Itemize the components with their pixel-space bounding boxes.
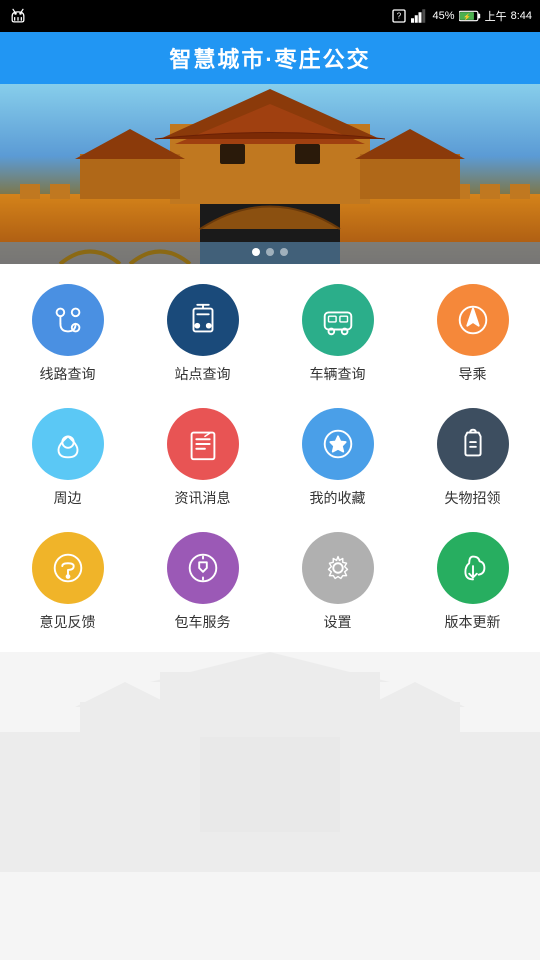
menu-item-vehicle-query[interactable]: 车辆查询 [270,284,405,384]
menu-label-update: 版本更新 [445,612,501,632]
watermark-svg [0,652,540,872]
question-icon: ? [391,8,407,24]
menu-icon-update [437,532,509,604]
menu-grid: 线路查询 站点查询 车辆查询 导乘周边 资讯消息 我的收藏 失物招领意见反馈 包车服务 设置 版本… [0,264,540,642]
status-bar: ? 45% ⚡ 上午 8:44 [0,0,540,32]
menu-item-update[interactable]: 版本更新 [405,532,540,632]
battery-icon: ⚡ [459,10,481,22]
menu-item-news[interactable]: 资讯消息 [135,408,270,508]
menu-label-nearby: 周边 [54,488,82,508]
menu-icon-lost-found [437,408,509,480]
menu-icon-navigation [437,284,509,356]
dot-3 [280,248,288,256]
menu-item-charter[interactable]: 包车服务 [135,532,270,632]
watermark-area [0,652,540,872]
menu-label-news: 资讯消息 [175,488,231,508]
signal-icon [411,9,429,23]
menu-icon-vehicle-query [302,284,374,356]
menu-item-nearby[interactable]: 周边 [0,408,135,508]
menu-icon-feedback [32,532,104,604]
time-ampm: 上午 [485,8,507,24]
menu-icon-settings [302,532,374,604]
dot-2 [266,248,274,256]
banner-background [0,84,540,264]
svg-text:⚡: ⚡ [463,13,471,21]
banner-building-svg [0,84,540,264]
android-icon [8,6,28,26]
hero-banner[interactable] [0,84,540,264]
menu-icon-station-query [167,284,239,356]
banner-pagination [252,248,288,256]
menu-item-feedback[interactable]: 意见反馈 [0,532,135,632]
menu-label-settings: 设置 [324,612,352,632]
menu-icon-news [167,408,239,480]
menu-item-station-query[interactable]: 站点查询 [135,284,270,384]
time-display: 8:44 [511,10,532,22]
battery-percent: 45% [433,10,455,22]
menu-label-vehicle-query: 车辆查询 [310,364,366,384]
menu-label-feedback: 意见反馈 [40,612,96,632]
menu-label-route-query: 线路查询 [40,364,96,384]
status-left [8,6,28,26]
menu-item-settings[interactable]: 设置 [270,532,405,632]
menu-item-favorites[interactable]: 我的收藏 [270,408,405,508]
dot-1 [252,248,260,256]
menu-item-lost-found[interactable]: 失物招领 [405,408,540,508]
menu-section: 线路查询 站点查询 车辆查询 导乘周边 资讯消息 我的收藏 失物招领意见反馈 包车服务 设置 版本… [0,264,540,652]
app-title: 智慧城市·枣庄公交 [169,42,370,74]
menu-icon-favorites [302,408,374,480]
menu-icon-route-query [32,284,104,356]
menu-label-lost-found: 失物招领 [445,488,501,508]
menu-item-navigation[interactable]: 导乘 [405,284,540,384]
menu-label-charter: 包车服务 [175,612,231,632]
menu-item-route-query[interactable]: 线路查询 [0,284,135,384]
status-right: ? 45% ⚡ 上午 8:44 [391,8,532,24]
menu-icon-nearby [32,408,104,480]
menu-label-station-query: 站点查询 [175,364,231,384]
menu-label-navigation: 导乘 [459,364,487,384]
svg-text:?: ? [396,12,401,21]
menu-label-favorites: 我的收藏 [310,488,366,508]
menu-icon-charter [167,532,239,604]
app-header: 智慧城市·枣庄公交 [0,32,540,84]
